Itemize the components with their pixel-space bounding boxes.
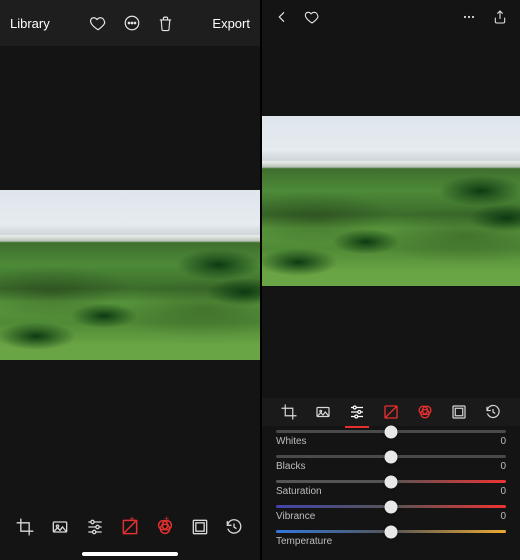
library-button[interactable]: Library (10, 16, 50, 31)
color-icon[interactable]: + (154, 516, 176, 538)
more-icon[interactable] (460, 9, 478, 25)
slider-blacks[interactable]: Blacks 0 (276, 455, 506, 472)
delete-icon[interactable] (157, 15, 174, 32)
more-icon[interactable] (123, 14, 141, 32)
crop-icon[interactable] (279, 402, 299, 422)
share-icon[interactable] (492, 9, 508, 25)
history-icon[interactable] (483, 402, 503, 422)
photo-preview[interactable] (262, 116, 520, 286)
presets-icon[interactable] (189, 516, 211, 538)
format-icon[interactable] (49, 516, 71, 538)
history-icon[interactable] (223, 516, 245, 538)
adjust-sliders: Whites 0 Blacks 0 Saturation 0 Vibrance 0 Te… (262, 430, 520, 547)
home-indicator[interactable] (82, 552, 178, 556)
library-screen: Library Export + + (0, 0, 260, 560)
editor-screen: Whites 0 Blacks 0 Saturation 0 Vibrance 0 Te… (260, 0, 520, 560)
slider-label: Whites (276, 436, 307, 447)
slider-label: Vibrance (276, 511, 315, 522)
slider-value: 0 (500, 511, 506, 522)
slider-vibrance[interactable]: Vibrance 0 (276, 505, 506, 522)
adjust-icon[interactable] (84, 516, 106, 538)
slider-value: 0 (500, 461, 506, 472)
back-icon[interactable] (274, 9, 290, 25)
export-button[interactable]: Export (212, 16, 250, 31)
format-icon[interactable] (313, 402, 333, 422)
curves-icon[interactable]: + (119, 516, 141, 538)
slider-label: Saturation (276, 486, 322, 497)
slider-temperature[interactable]: Temperature (276, 530, 506, 547)
photo-preview[interactable] (0, 190, 260, 360)
slider-value: 0 (500, 486, 506, 497)
edit-toolbar (262, 398, 520, 426)
editor-top-bar (262, 0, 520, 34)
crop-icon[interactable] (14, 516, 36, 538)
slider-label: Blacks (276, 461, 305, 472)
slider-label: Temperature (276, 536, 332, 547)
color-icon[interactable] (415, 402, 435, 422)
adjust-icon[interactable] (347, 402, 367, 422)
library-top-bar: Library Export (0, 0, 260, 46)
presets-icon[interactable] (449, 402, 469, 422)
favorite-icon[interactable] (304, 9, 320, 25)
slider-whites[interactable]: Whites 0 (276, 430, 506, 447)
slider-saturation[interactable]: Saturation 0 (276, 480, 506, 497)
favorite-icon[interactable] (89, 14, 107, 32)
curves-icon[interactable] (381, 402, 401, 422)
slider-value: 0 (500, 436, 506, 447)
edit-toolbar: + + (0, 510, 260, 544)
